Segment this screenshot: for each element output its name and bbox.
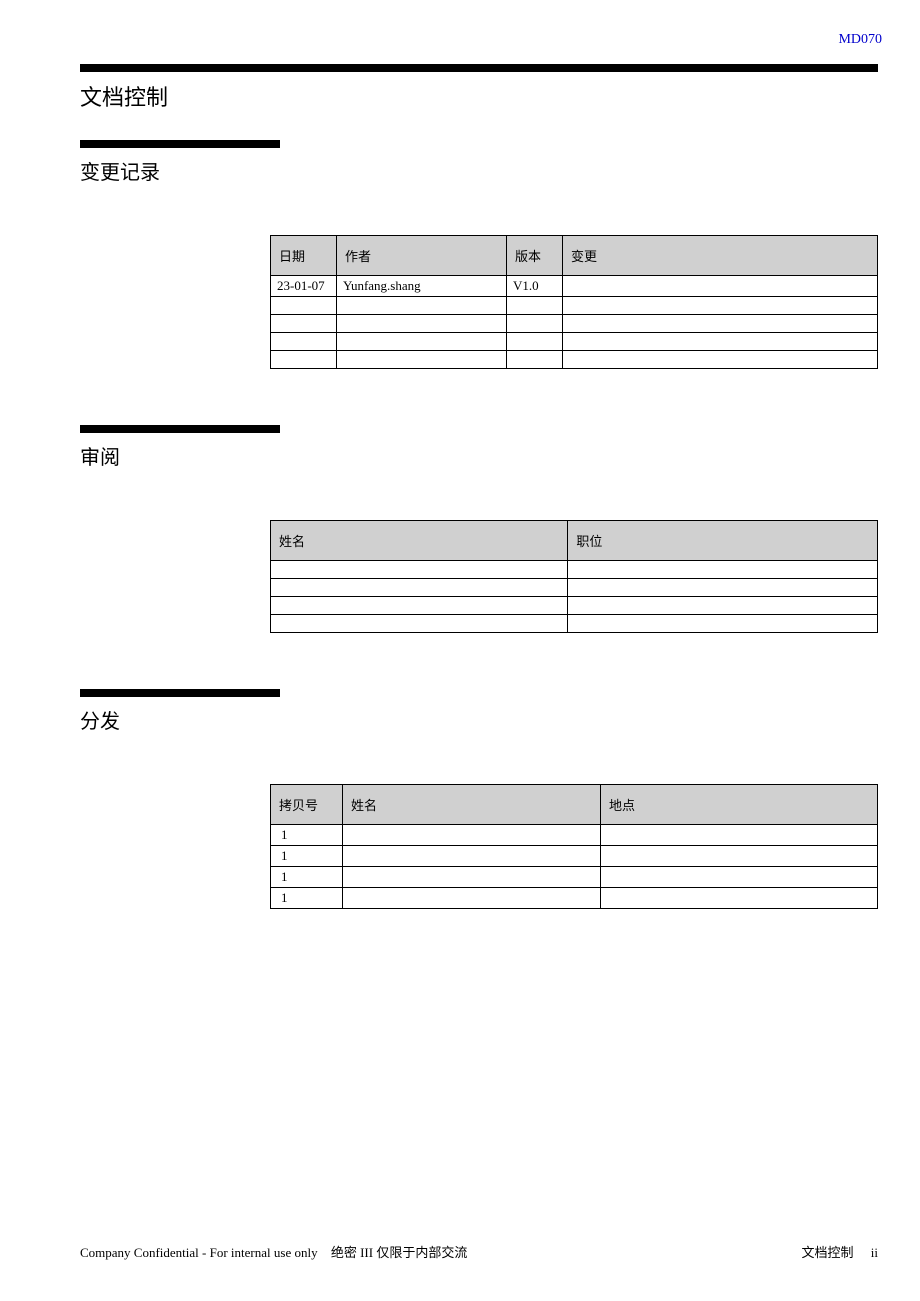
cell-version: V1.0 <box>507 276 563 297</box>
doc-id: MD070 <box>838 32 882 48</box>
cell-position <box>568 615 878 633</box>
page-content: 文档控制 变更记录 日期 作者 版本 变更 23-01-07 Yunfang.s… <box>0 0 920 909</box>
changelog-table: 日期 作者 版本 变更 23-01-07 Yunfang.shang V1.0 <box>270 235 878 369</box>
col-date: 日期 <box>271 236 337 276</box>
col-name: 姓名 <box>271 521 568 561</box>
table-row <box>271 579 878 597</box>
cell-change <box>563 297 878 315</box>
col-change: 变更 <box>563 236 878 276</box>
table-row: 1 <box>271 825 878 846</box>
col-author: 作者 <box>337 236 507 276</box>
cell-copy: 1 <box>271 888 343 909</box>
cell-change <box>563 333 878 351</box>
page-footer: Company Confidential - For internal use … <box>80 1242 878 1261</box>
cell-author: Yunfang.shang <box>337 276 507 297</box>
table-row <box>271 351 878 369</box>
table-row <box>271 597 878 615</box>
table-row: 1 <box>271 867 878 888</box>
cell-name <box>343 867 601 888</box>
cell-author <box>337 297 507 315</box>
table-header-row: 姓名 职位 <box>271 521 878 561</box>
cell-location <box>601 867 878 888</box>
table-header-row: 日期 作者 版本 变更 <box>271 236 878 276</box>
cell-version <box>507 315 563 333</box>
cell-copy: 1 <box>271 846 343 867</box>
review-table: 姓名 职位 <box>270 520 878 633</box>
col-name: 姓名 <box>343 785 601 825</box>
cell-version <box>507 297 563 315</box>
cell-date <box>271 333 337 351</box>
cell-location <box>601 846 878 867</box>
cell-name <box>343 846 601 867</box>
changelog-table-wrap: 日期 作者 版本 变更 23-01-07 Yunfang.shang V1.0 <box>270 235 878 369</box>
distribution-table-wrap: 拷贝号 姓名 地点 1 1 1 <box>270 784 878 909</box>
cell-copy: 1 <box>271 867 343 888</box>
col-copy: 拷贝号 <box>271 785 343 825</box>
cell-position <box>568 597 878 615</box>
cell-name <box>271 597 568 615</box>
rule-section-2 <box>80 425 280 433</box>
cell-change <box>563 315 878 333</box>
table-row <box>271 615 878 633</box>
cell-version <box>507 351 563 369</box>
cell-change <box>563 351 878 369</box>
footer-left: Company Confidential - For internal use … <box>80 1242 467 1261</box>
page-title: 文档控制 <box>80 80 878 112</box>
table-header-row: 拷贝号 姓名 地点 <box>271 785 878 825</box>
col-version: 版本 <box>507 236 563 276</box>
footer-confidential-en: Company Confidential - For internal use … <box>80 1245 318 1260</box>
rule-section-3 <box>80 689 280 697</box>
cell-author <box>337 333 507 351</box>
cell-name <box>343 825 601 846</box>
cell-location <box>601 825 878 846</box>
table-row: 23-01-07 Yunfang.shang V1.0 <box>271 276 878 297</box>
col-position: 职位 <box>568 521 878 561</box>
cell-date <box>271 315 337 333</box>
cell-author <box>337 351 507 369</box>
section-heading-review: 审阅 <box>80 441 878 470</box>
cell-name <box>271 561 568 579</box>
cell-version <box>507 333 563 351</box>
cell-position <box>568 579 878 597</box>
cell-date <box>271 351 337 369</box>
cell-name <box>343 888 601 909</box>
footer-right: 文档控制 ii <box>802 1242 879 1261</box>
table-row <box>271 297 878 315</box>
rule-section-1 <box>80 140 280 148</box>
table-row <box>271 561 878 579</box>
cell-position <box>568 561 878 579</box>
section-heading-distribution: 分发 <box>80 705 878 734</box>
review-table-wrap: 姓名 职位 <box>270 520 878 633</box>
cell-date <box>271 297 337 315</box>
table-row <box>271 315 878 333</box>
table-row: 1 <box>271 888 878 909</box>
cell-author <box>337 315 507 333</box>
cell-date: 23-01-07 <box>271 276 337 297</box>
table-row: 1 <box>271 846 878 867</box>
distribution-table: 拷贝号 姓名 地点 1 1 1 <box>270 784 878 909</box>
table-row <box>271 333 878 351</box>
cell-change <box>563 276 878 297</box>
page-number: ii <box>871 1245 878 1260</box>
footer-confidential-cn: 绝密 III 仅限于内部交流 <box>331 1245 468 1260</box>
cell-name <box>271 579 568 597</box>
cell-location <box>601 888 878 909</box>
section-heading-changelog: 变更记录 <box>80 156 878 185</box>
col-location: 地点 <box>601 785 878 825</box>
footer-section-label: 文档控制 <box>802 1245 854 1260</box>
rule-top <box>80 64 878 72</box>
cell-name <box>271 615 568 633</box>
cell-copy: 1 <box>271 825 343 846</box>
